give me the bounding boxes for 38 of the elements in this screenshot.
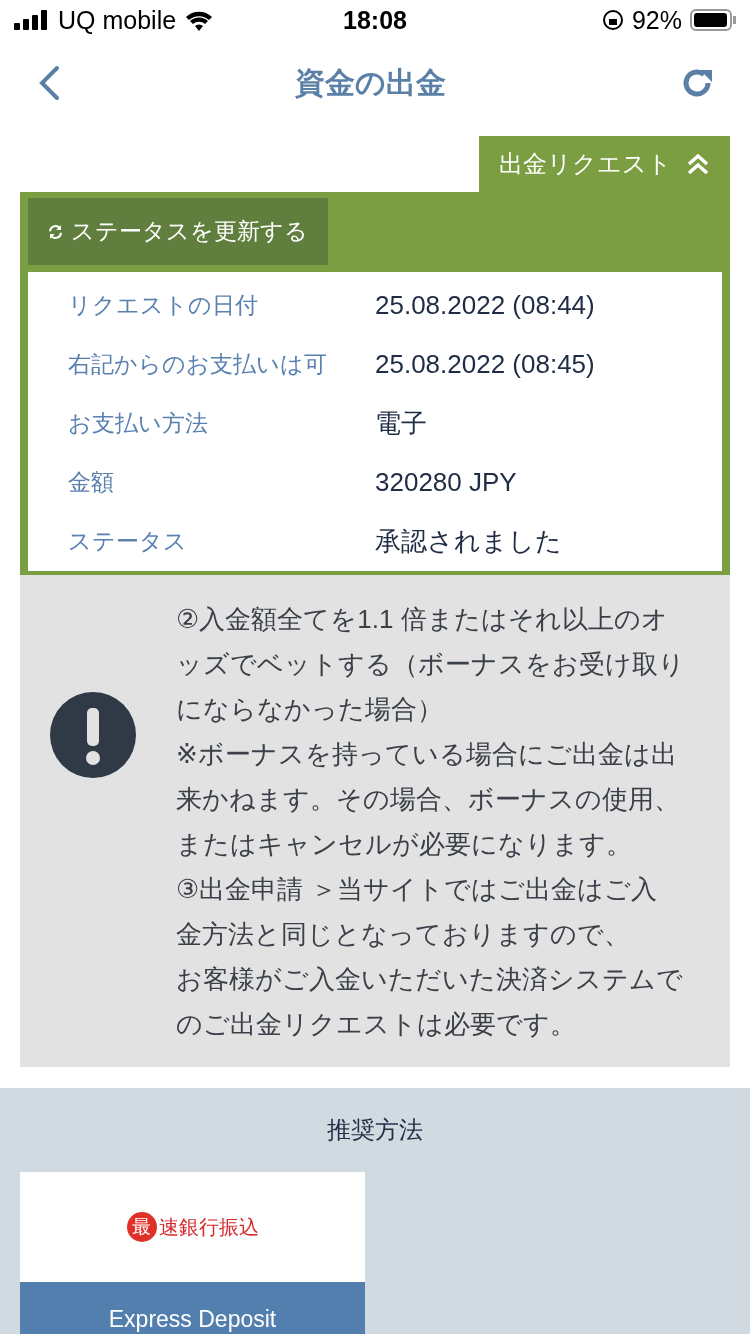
detail-label: リクエストの日付 (67, 291, 259, 320)
battery-percent: 92% (631, 5, 682, 35)
notice-line: ※ボーナスを持っている場合にご出金は出 (176, 738, 678, 771)
clock-time: 18:08 (343, 5, 407, 35)
detail-label: お支払い方法 (67, 409, 209, 438)
detail-label: ステータス (67, 527, 188, 556)
logo-badge: 最 (126, 1212, 157, 1242)
battery-icon (690, 9, 736, 31)
notice-line: ②入金額全てを1.1 倍またはそれ以上のオ (176, 603, 669, 636)
double-chevron-icon (686, 152, 710, 176)
exclamation-icon (50, 692, 136, 778)
rotation-lock-icon (601, 9, 624, 31)
detail-value: 25.08.2022 (08:44) (375, 290, 595, 321)
payment-method-card[interactable]: 最 速銀行振込 Express Deposit (20, 1172, 365, 1334)
notice-line: のご出金リクエストは必要です。 (176, 1008, 577, 1041)
notice-line: ③出金申請 ＞当サイトではご出金はご入 (176, 873, 658, 906)
detail-value: 電子 (375, 407, 427, 440)
back-button[interactable] (38, 65, 60, 101)
update-status-button[interactable]: ステータスを更新する (28, 198, 328, 265)
page-title: 資金の出金 (294, 64, 446, 101)
notice-line: 来かねます。その場合、ボーナスの使用、 (176, 783, 681, 816)
notice-line: ッズでベットする（ボーナスをお受け取り (176, 648, 685, 681)
detail-label: 金額 (67, 468, 115, 497)
notice-line: またはキャンセルが必要になります。 (176, 828, 633, 861)
detail-value: 320280 JPY (375, 467, 517, 498)
method-name: Express Deposit (20, 1282, 365, 1334)
notice-line: にならなかった場合） (176, 693, 444, 726)
section-title: 推奨方法 (326, 1115, 424, 1145)
notice-line: 金方法と同じとなっておりますので、 (176, 918, 631, 951)
detail-value: 25.08.2022 (08:45) (375, 349, 595, 380)
detail-label: 右記からのお支払いは可 (67, 350, 328, 379)
request-tab[interactable]: 出金リクエスト (479, 136, 730, 192)
detail-value: 承認されました (375, 525, 562, 558)
logo-text: 速銀行振込 (158, 1214, 259, 1240)
carrier-name: UQ mobile (58, 5, 177, 35)
signal-icon (14, 10, 50, 30)
notice-line: お客様がご入金いただいた決済システムで (176, 963, 684, 996)
wifi-icon (184, 9, 215, 31)
